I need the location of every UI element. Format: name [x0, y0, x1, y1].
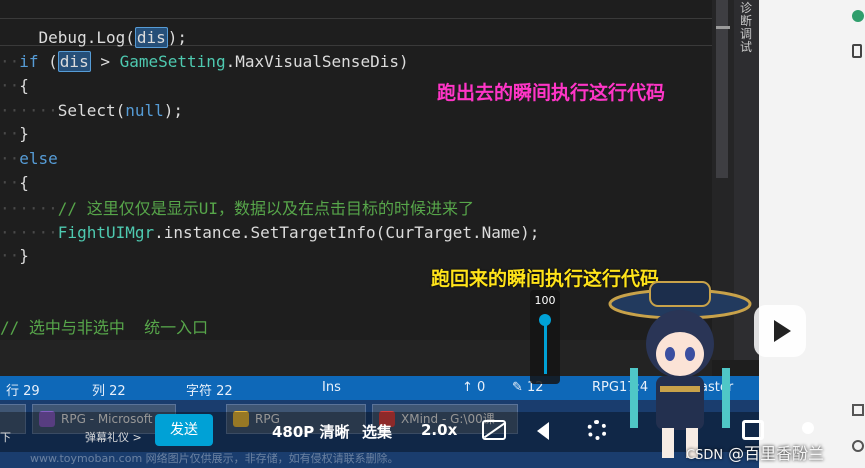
volume-fill [544, 320, 547, 374]
video-play-icon[interactable] [754, 305, 806, 357]
browser-margin [759, 0, 865, 468]
watermark-text: www.toymoban.com 网络图片仅供展示，非存储，如有侵权请联系删除。 [30, 452, 399, 465]
speed-selector[interactable]: 2.0x [421, 421, 457, 439]
danmaku-off-icon[interactable] [482, 420, 507, 440]
volume-value: 100 [534, 294, 556, 307]
pin-icon[interactable] [852, 44, 862, 58]
help-icon[interactable] [852, 440, 864, 452]
status-column: 列 22 [92, 384, 126, 399]
code-line-1: Debug.Log(dis); [38, 27, 188, 48]
expand-icon[interactable] [852, 404, 864, 416]
screenshot: Debug.Log(dis); ··if (dis > GameSetting.… [0, 0, 865, 468]
side-tab-debug-2[interactable]: 试 [739, 41, 753, 54]
volume-slider-popup[interactable]: 100 [530, 290, 560, 384]
volume-knob[interactable] [539, 314, 551, 326]
code-line-11: // 选中与非选中 统一入口 [0, 318, 209, 337]
send-danmaku-button[interactable]: 发送 [155, 414, 213, 446]
status-insert-mode: Ins [322, 380, 341, 395]
csdn-credit: CSDN @百里香酚兰 [686, 444, 825, 463]
status-up-count[interactable]: ↑ 0 [462, 380, 485, 395]
volume-track[interactable] [544, 320, 547, 374]
code-line-7: ··{ [0, 173, 29, 192]
code-line-6: ··else [0, 149, 58, 168]
code-line-4: ······Select(null); [0, 101, 184, 120]
scroll-position-marker [716, 26, 730, 29]
highlight-dis: dis [134, 27, 168, 48]
code-line-10: ··} [0, 246, 29, 265]
code-line-2: ··if (dis > GameSetting.MaxVisualSenseDi… [0, 51, 409, 72]
code-line-9: ······FightUIMgr.instance.SetTargetInfo(… [0, 223, 540, 242]
annotation-run-out: 跑出去的瞬间执行这行代码 [437, 82, 666, 104]
episodes-button[interactable]: 选集 [362, 421, 392, 442]
radiation-icon[interactable] [798, 420, 818, 438]
taskbar-left-text: 下 [0, 431, 11, 444]
volume-icon[interactable] [537, 422, 549, 440]
app-icon [852, 10, 864, 22]
anime-character-mascot [608, 281, 752, 458]
status-line: 行 29 [6, 384, 40, 399]
code-line-3: ··{ [0, 76, 29, 95]
danmaku-etiquette-link[interactable]: 弹幕礼仪 > [85, 429, 142, 445]
quality-selector[interactable]: 480P 清晰 [272, 421, 350, 442]
code-line-8: ······// 这里仅仅是显示UI，数据以及在点击目标的时候进来了 [0, 199, 474, 218]
code-line-5: ··} [0, 124, 29, 143]
status-char: 字符 22 [186, 384, 233, 399]
